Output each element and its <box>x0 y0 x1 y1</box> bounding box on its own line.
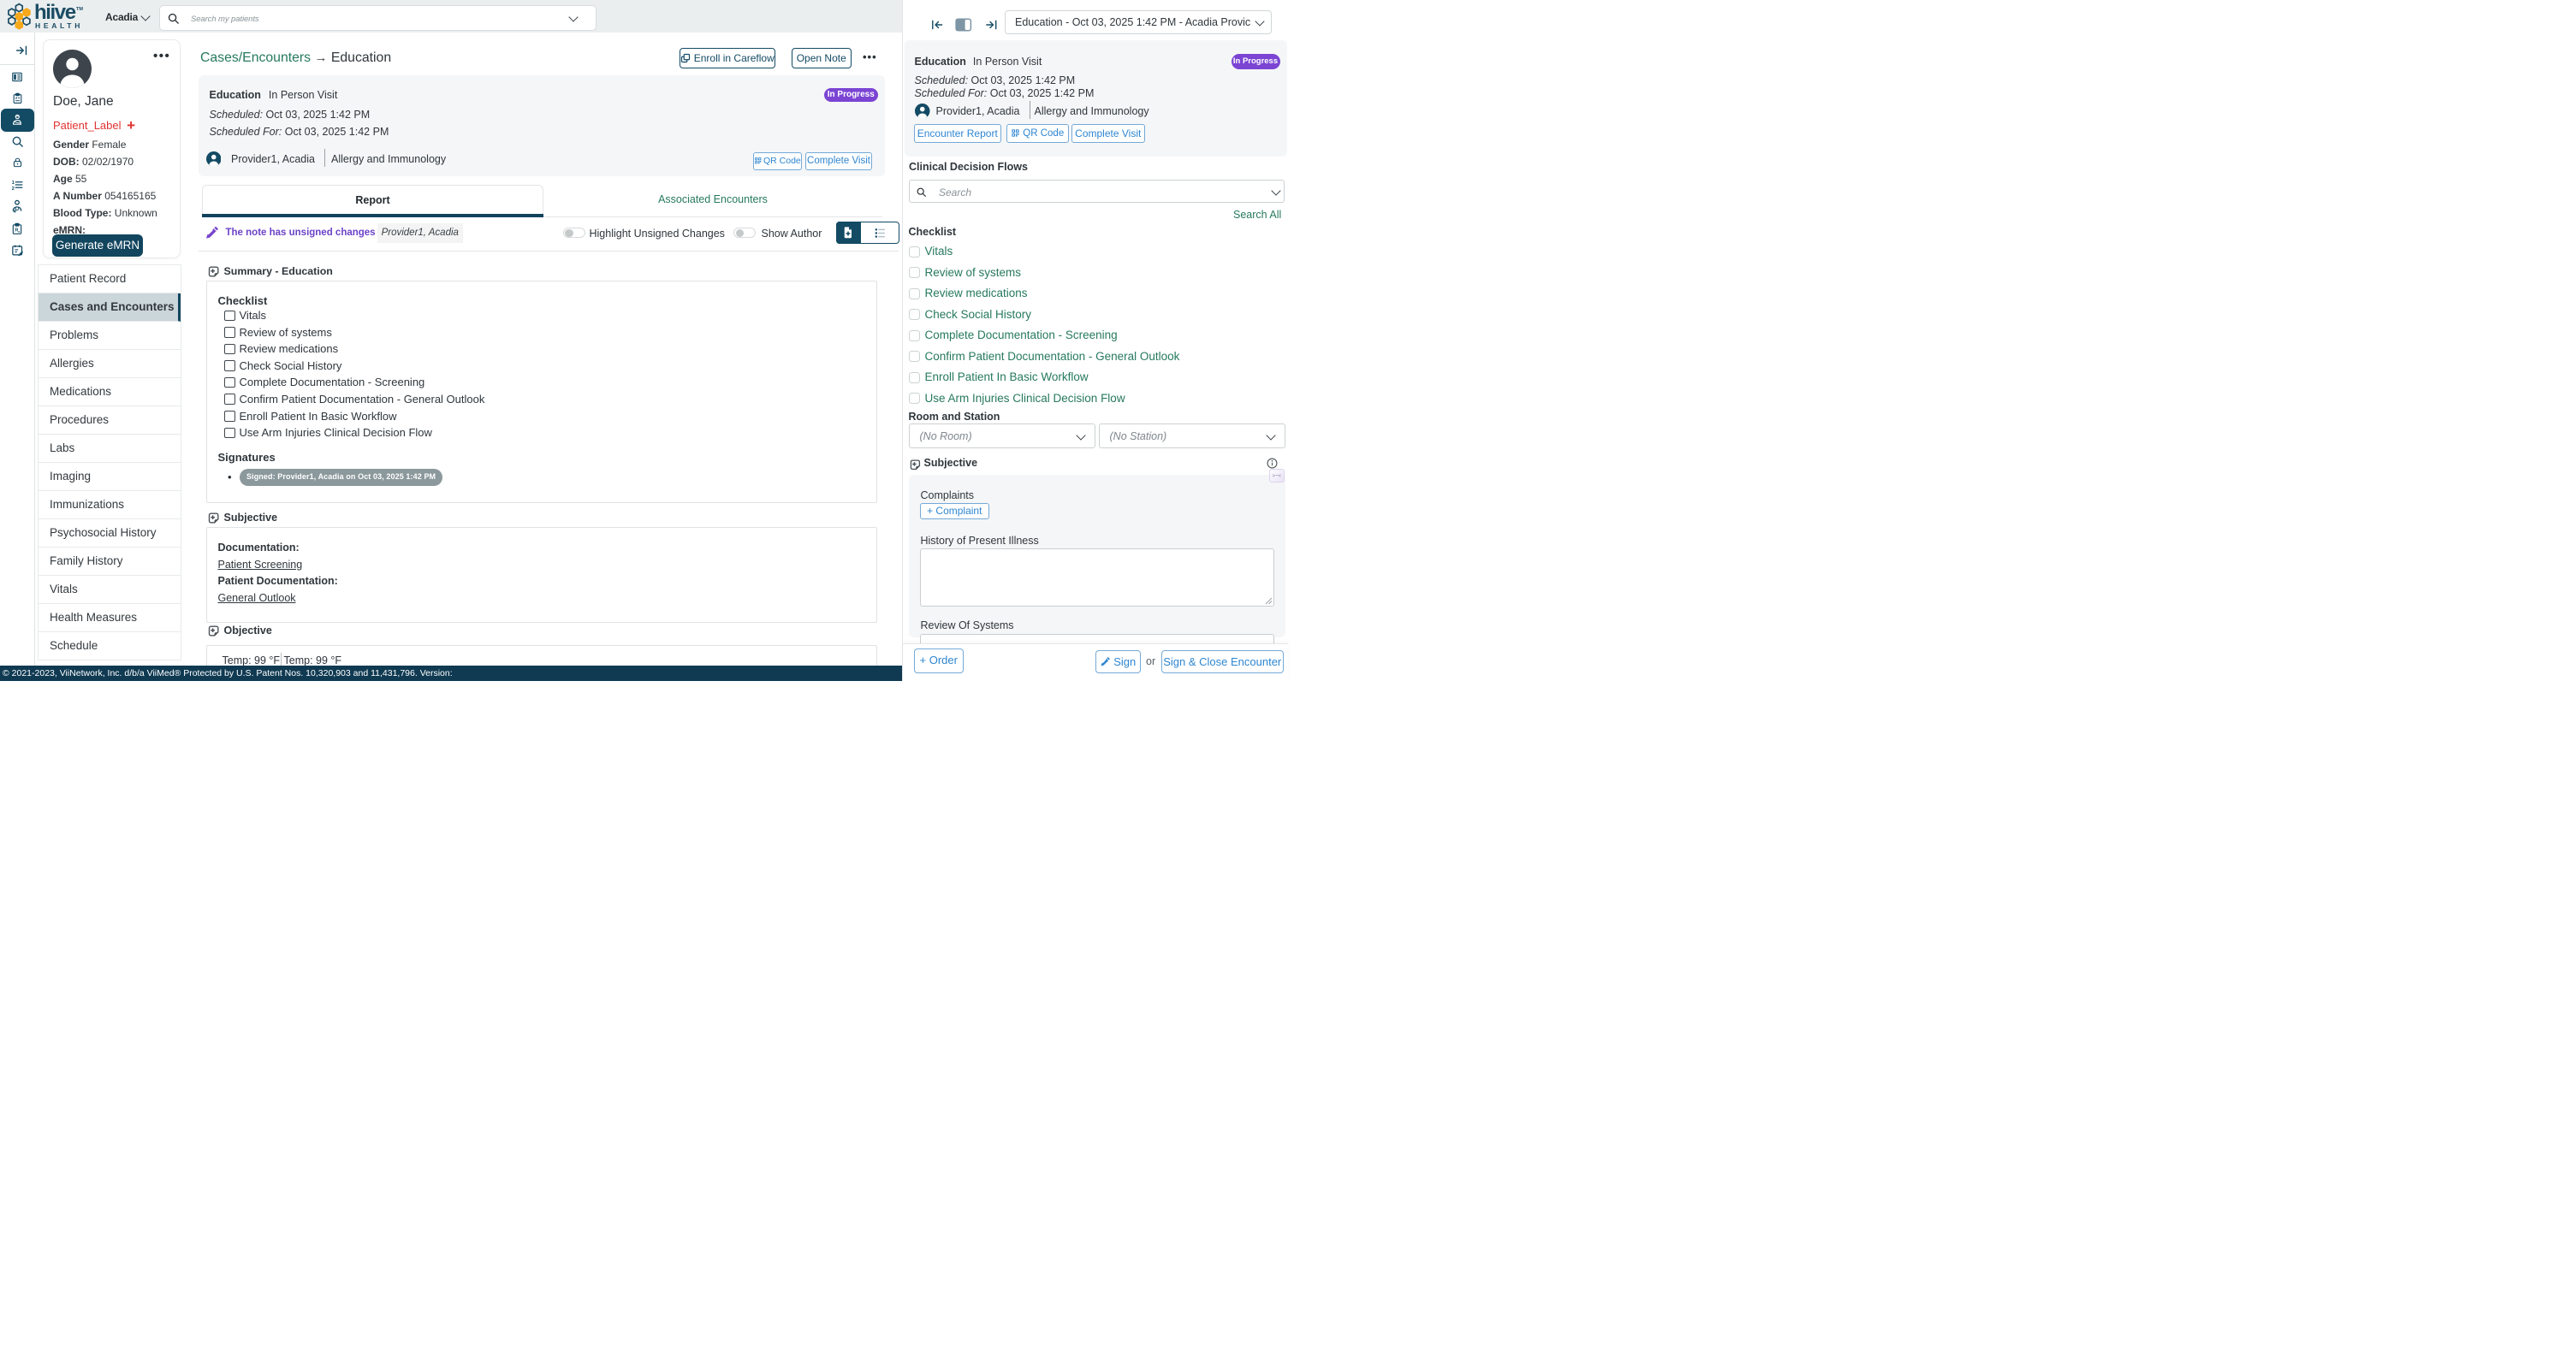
svg-text:2: 2 <box>12 187 15 191</box>
svg-text:x: x <box>18 229 21 233</box>
svg-text:1: 1 <box>12 181 15 186</box>
